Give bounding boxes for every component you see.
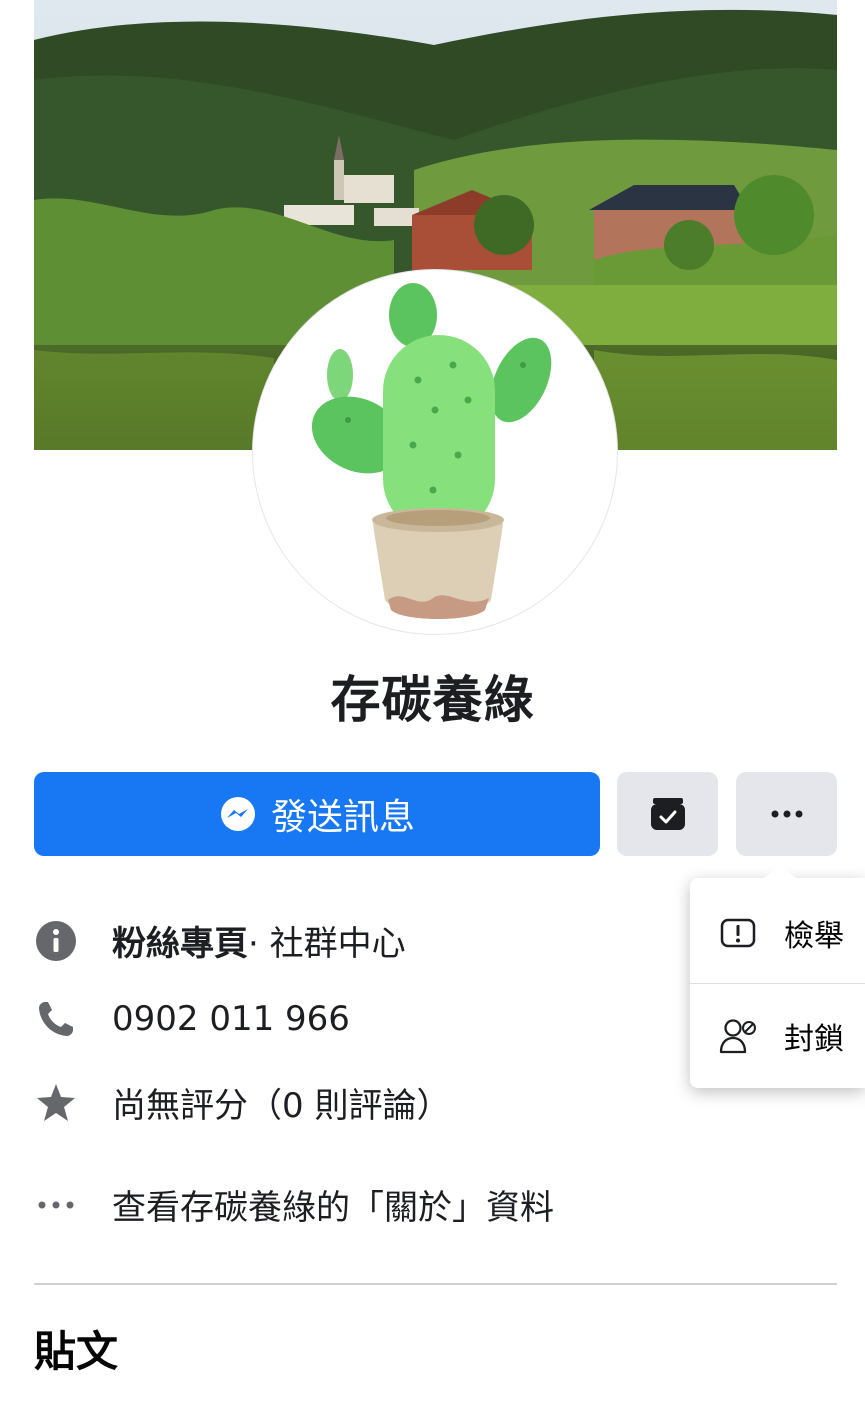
menu-item-report[interactable]: 檢舉 bbox=[690, 881, 865, 985]
more-dots-icon bbox=[771, 810, 803, 818]
profile-picture-cactus[interactable] bbox=[253, 270, 617, 634]
category-type: 粉絲專頁 bbox=[112, 924, 248, 964]
menu-item-block[interactable]: 封鎖 bbox=[690, 984, 865, 1088]
menu-item-label: 檢舉 bbox=[784, 919, 844, 954]
send-message-button[interactable]: 發送訊息 bbox=[34, 772, 600, 856]
menu-arrow bbox=[764, 864, 796, 878]
star-icon bbox=[34, 1081, 78, 1125]
send-message-label: 發送訊息 bbox=[270, 797, 415, 838]
posts-heading: 貼文 bbox=[34, 1327, 119, 1376]
rating-text: 尚無評分（0 則評論） bbox=[112, 1086, 451, 1126]
report-icon bbox=[718, 918, 758, 948]
phone-number: 0902 011 966 bbox=[112, 999, 350, 1039]
block-user-icon bbox=[718, 1018, 758, 1054]
page-title: 存碳養綠 bbox=[330, 671, 535, 729]
info-about-row[interactable]: 查看存碳養綠的「關於」資料 bbox=[34, 1180, 554, 1229]
more-options-button[interactable] bbox=[736, 772, 837, 856]
phone-icon bbox=[34, 997, 78, 1041]
inbox-check-icon bbox=[650, 797, 686, 831]
menu-item-label: 封鎖 bbox=[784, 1022, 844, 1057]
messenger-icon bbox=[219, 795, 257, 833]
about-link: 查看存碳養綠的「關於」資料 bbox=[112, 1188, 554, 1228]
more-dots-icon bbox=[34, 1183, 78, 1227]
info-category-row: 粉絲專頁 · 社群中心 bbox=[34, 916, 406, 965]
info-icon bbox=[34, 919, 78, 963]
info-phone-row[interactable]: 0902 011 966 bbox=[34, 997, 350, 1041]
inbox-button[interactable] bbox=[617, 772, 718, 856]
info-rating-row[interactable]: 尚無評分（0 則評論） bbox=[34, 1078, 450, 1127]
more-options-menu: 檢舉 封鎖 bbox=[690, 864, 865, 1088]
section-divider bbox=[34, 1283, 837, 1285]
category-detail: · 社群中心 bbox=[248, 924, 406, 964]
